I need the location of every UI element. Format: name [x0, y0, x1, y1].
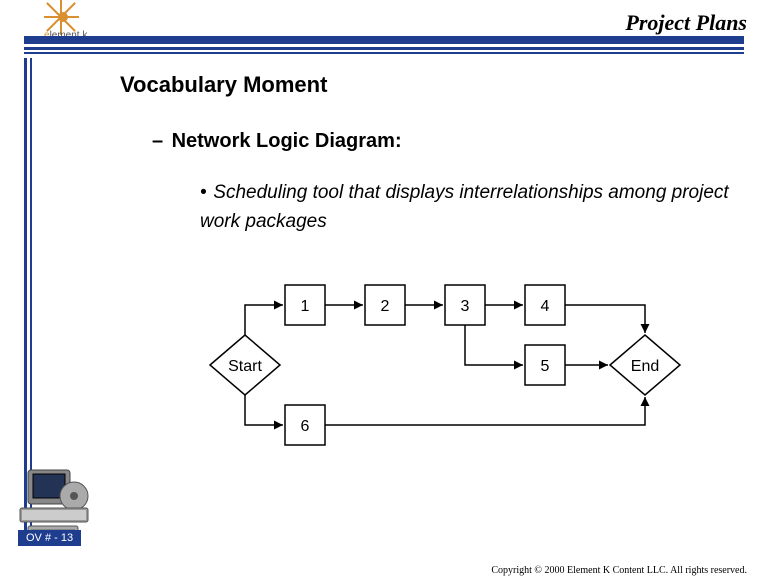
diagram-end-label: End	[631, 358, 659, 375]
svg-text:2: 2	[381, 298, 390, 315]
svg-text:4: 4	[541, 298, 550, 315]
section-title: Vocabulary Moment	[120, 72, 740, 98]
subtitle: – Network Logic Diagram:	[152, 130, 740, 153]
bullet-text: • Scheduling tool that displays interrel…	[200, 179, 740, 236]
header-underline	[24, 36, 744, 54]
copyright-text: Copyright © 2000 Element K Content LLC. …	[491, 565, 747, 576]
diagram-start-label: Start	[228, 358, 262, 375]
ov-tag: OV # - 13	[18, 530, 81, 546]
svg-text:3: 3	[461, 298, 470, 315]
svg-text:1: 1	[301, 298, 310, 315]
svg-text:5: 5	[541, 358, 550, 375]
svg-text:6: 6	[301, 418, 310, 435]
content-area: Vocabulary Moment – Network Logic Diagra…	[120, 72, 740, 236]
network-logic-diagram: Start End 1 2 3 4 5 6	[170, 260, 710, 450]
page-title: Project Plans	[625, 10, 747, 36]
slide-header: element k Project Plans	[0, 0, 767, 48]
